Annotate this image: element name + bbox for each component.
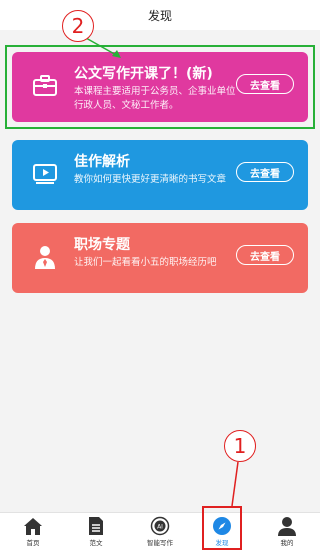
tab-templates[interactable]: 范文 [74,516,118,550]
tab-label: 首页 [26,539,40,547]
ai-icon: AI [138,516,182,536]
highlight-box-red [202,506,242,550]
tab-home[interactable]: 首页 [11,516,55,550]
tab-label: 智能写作 [147,539,173,547]
tab-smart-writing[interactable]: AI 智能写作 [138,516,182,550]
callout-1: 1 [224,430,256,462]
tab-me[interactable]: 我的 [265,516,309,550]
bottom-tab-bar: 首页 范文 AI 智能写作 发现 我的 [0,512,320,550]
callout-2: 2 [62,10,94,42]
person-icon [265,516,309,536]
document-icon [74,516,118,536]
svg-text:AI: AI [157,524,163,531]
tab-label: 我的 [280,539,294,547]
tab-label: 范文 [89,539,103,547]
home-icon [11,516,55,536]
annotation-arrow [85,37,239,507]
